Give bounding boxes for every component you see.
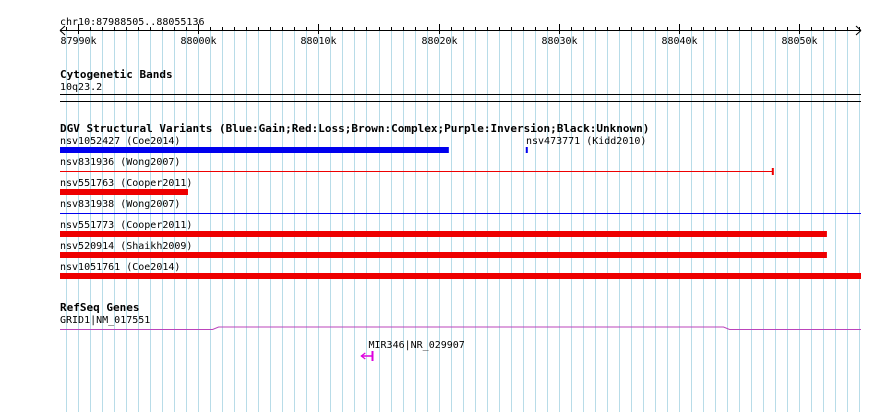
variant-bar[interactable]	[60, 273, 861, 279]
dgv-features: nsv1052427 (Coe2014) nsv473771 (Kidd2010)…	[60, 136, 861, 279]
refseq-track: RefSeq Genes GRID1|NM_017551 MIR346|NR_02…	[60, 301, 861, 361]
locus-label: chr10:87988505..88055136	[60, 17, 205, 28]
variant-label[interactable]: nsv1051761 (Coe2014)	[60, 262, 180, 273]
ruler-tick-label: 88010k	[300, 36, 336, 47]
variant-label[interactable]: nsv1052427 (Coe2014)	[60, 136, 180, 147]
ruler-tick-label: 88020k	[421, 36, 457, 47]
dgv-track-title: DGV Structural Variants (Blue:Gain;Red:L…	[60, 122, 649, 135]
variant-label[interactable]: nsv831938 (Wong2007)	[60, 199, 180, 210]
refseq-features: GRID1|NM_017551 MIR346|NR_029907	[60, 315, 861, 361]
cytogenetic-bands-track: Cytogenetic Bands 10q23.2	[60, 68, 861, 102]
refseq-track-title: RefSeq Genes	[60, 301, 139, 314]
ruler-tick-label: 88030k	[541, 36, 577, 47]
variant-bar[interactable]	[60, 147, 449, 153]
cytoband-track-title: Cytogenetic Bands	[60, 68, 173, 81]
variant-bar[interactable]	[60, 231, 827, 237]
variant-label[interactable]: nsv473771 (Kidd2010)	[526, 136, 646, 147]
dgv-track: DGV Structural Variants (Blue:Gain;Red:L…	[60, 122, 861, 279]
variant-bar[interactable]	[60, 189, 188, 195]
ruler-tick-label: 88050k	[781, 36, 817, 47]
gene-label[interactable]: MIR346|NR_029907	[369, 340, 465, 351]
variant-label[interactable]: nsv831936 (Wong2007)	[60, 157, 180, 168]
ruler-tick-label: 88000k	[180, 36, 216, 47]
cytoband-label: 10q23.2	[60, 82, 102, 93]
variant-bar[interactable]	[525, 147, 528, 153]
gene-model-grid1[interactable]	[60, 326, 861, 330]
variant-label[interactable]: nsv551763 (Cooper2011)	[60, 178, 192, 189]
variant-bar[interactable]	[60, 252, 827, 258]
ruler-tick-label: 88040k	[661, 36, 697, 47]
ruler-tick-label: 87990k	[60, 36, 96, 47]
variant-label[interactable]: nsv551773 (Cooper2011)	[60, 220, 192, 231]
genome-browser-view: chr10:87988505..88055136 87990k 88000k 880…	[59, 17, 862, 412]
variant-label[interactable]: nsv520914 (Shaikh2009)	[60, 241, 192, 252]
gene-label[interactable]: GRID1|NM_017551	[60, 315, 150, 326]
